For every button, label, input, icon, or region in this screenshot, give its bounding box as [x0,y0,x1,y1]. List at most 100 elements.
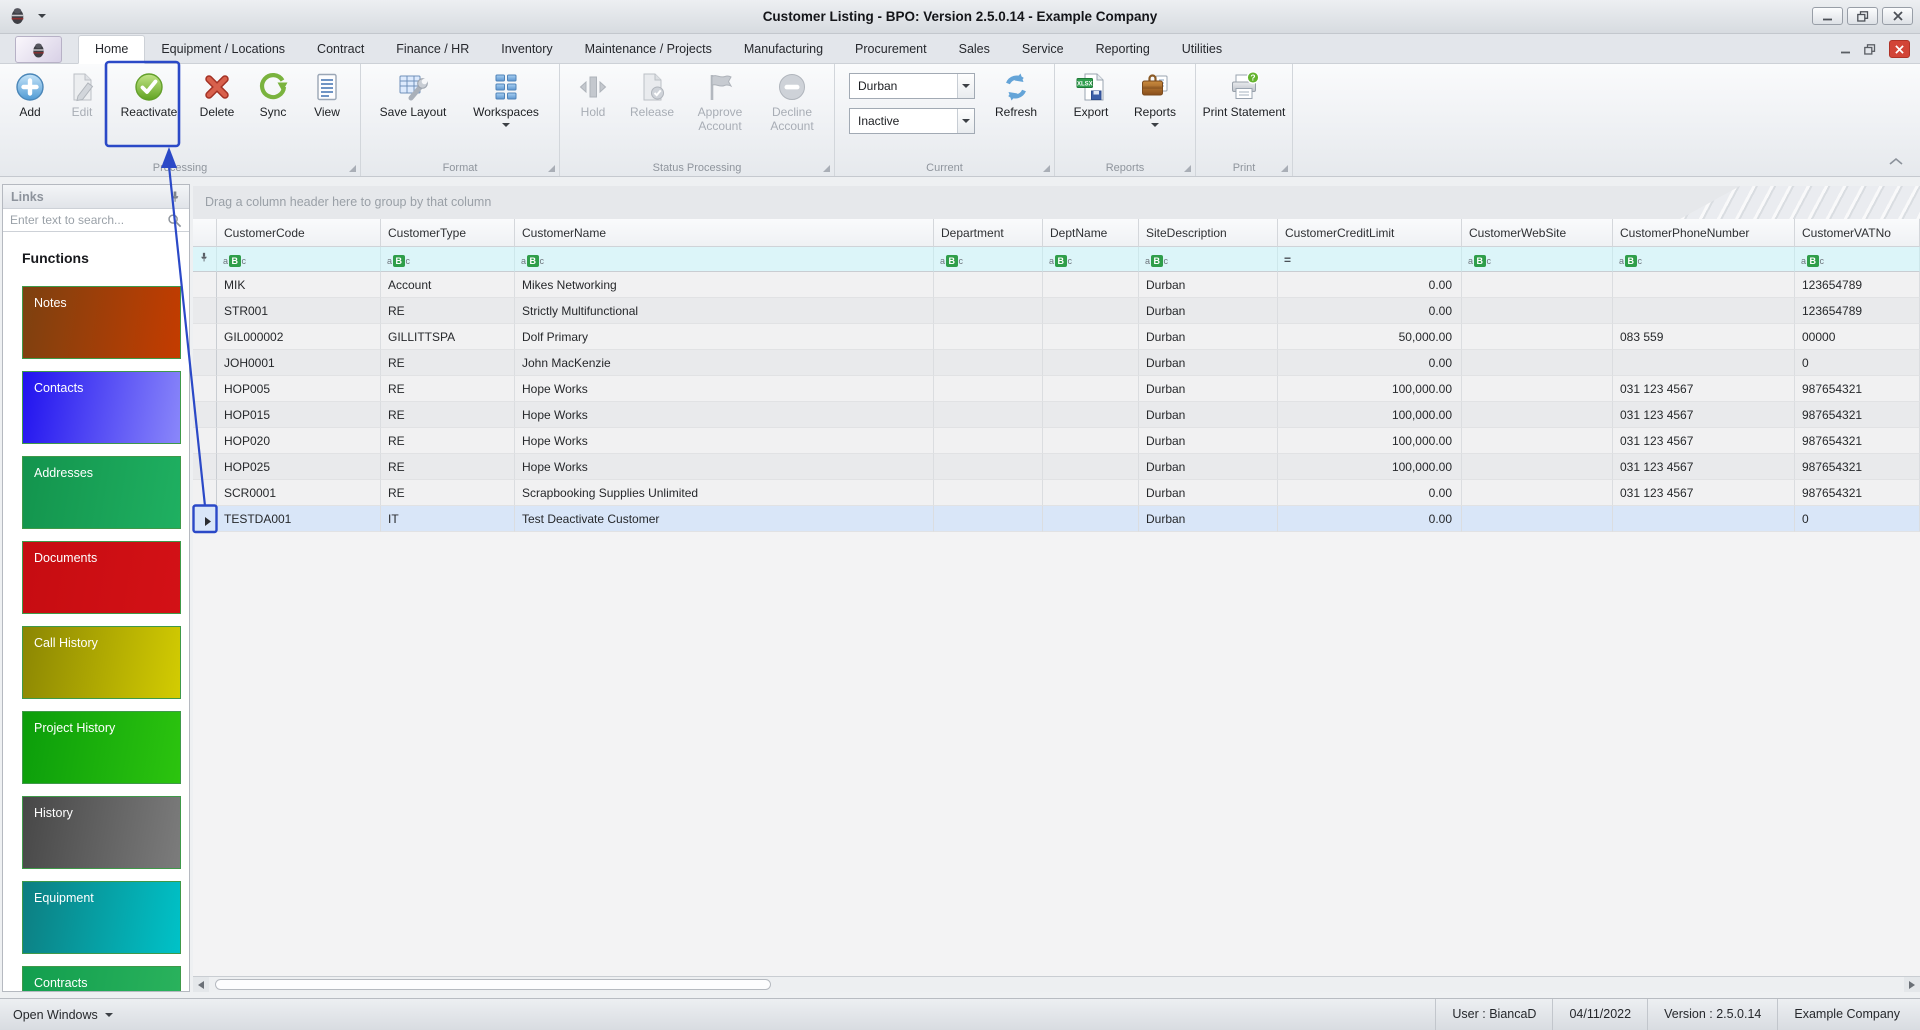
column-header-deptname[interactable]: DeptName [1043,219,1139,247]
search-icon[interactable] [167,213,182,228]
cell-customertype[interactable]: IT [381,506,515,532]
table-row[interactable]: TESTDA001 IT Test Deactivate Customer Durba… [193,506,1920,532]
cell-customerwebsite[interactable] [1462,428,1613,454]
group-dialog-launcher-icon[interactable] [548,165,555,172]
group-dialog-launcher-icon[interactable] [1281,165,1288,172]
cell-deptname[interactable] [1043,506,1139,532]
sidebar-item-project-history[interactable]: Project History [22,711,181,784]
tab-inventory[interactable]: Inventory [485,34,568,64]
row-indicator[interactable] [193,376,217,402]
cell-customertype[interactable]: RE [381,428,515,454]
table-row[interactable]: HOP025 RE Hope Works Durban 100,000.00 031 12… [193,454,1920,480]
close-button[interactable] [1882,7,1913,25]
cell-customercode[interactable]: MIK [217,272,381,298]
site-select[interactable]: Durban [849,73,975,99]
cell-customercode[interactable]: HOP025 [217,454,381,480]
cell-customerwebsite[interactable] [1462,298,1613,324]
cell-customercreditlimit[interactable]: 100,000.00 [1278,376,1462,402]
cell-customertype[interactable]: RE [381,480,515,506]
tab-equipment-locations[interactable]: Equipment / Locations [145,34,301,64]
cell-deptname[interactable] [1043,324,1139,350]
cell-deptname[interactable] [1043,350,1139,376]
cell-deptname[interactable] [1043,298,1139,324]
cell-customercreditlimit[interactable]: 100,000.00 [1278,454,1462,480]
ribbon-button-view[interactable]: View [300,67,354,120]
cell-customercode[interactable]: HOP015 [217,402,381,428]
table-row[interactable]: HOP015 RE Hope Works Durban 100,000.00 031 12… [193,402,1920,428]
cell-deptname[interactable] [1043,454,1139,480]
cell-customername[interactable]: Hope Works [515,428,934,454]
column-header-customerwebsite[interactable]: CustomerWebSite [1462,219,1613,247]
select-caret-icon[interactable] [957,109,974,133]
sidebar-item-documents[interactable]: Documents [22,541,181,614]
cell-customerphonenumber[interactable] [1613,506,1795,532]
search-input[interactable] [10,213,167,227]
ribbon-button-add[interactable]: Add [6,67,54,120]
cell-customertype[interactable]: RE [381,350,515,376]
row-indicator[interactable] [193,480,217,506]
cell-customercode[interactable]: STR001 [217,298,381,324]
cell-customerphonenumber[interactable]: 031 123 4567 [1613,428,1795,454]
ribbon-button-print-statement[interactable]: ? Print Statement [1202,67,1286,120]
ribbon-button-refresh[interactable]: Refresh [984,67,1048,120]
column-header-customertype[interactable]: CustomerType [381,219,515,247]
filter-row-pin-icon[interactable] [193,247,217,272]
cell-customercode[interactable]: GIL000002 [217,324,381,350]
column-header-department[interactable]: Department [934,219,1043,247]
document-restore-button[interactable] [1864,43,1876,55]
cell-sitedescription[interactable]: Durban [1139,298,1278,324]
cell-department[interactable] [934,506,1043,532]
cell-department[interactable] [934,376,1043,402]
cell-customerwebsite[interactable] [1462,376,1613,402]
cell-department[interactable] [934,350,1043,376]
table-row[interactable]: MIK Account Mikes Networking Durban 0.00 1236… [193,272,1920,298]
cell-customerphonenumber[interactable]: 083 559 [1613,324,1795,350]
cell-customerphonenumber[interactable]: 031 123 4567 [1613,480,1795,506]
column-header-customercreditlimit[interactable]: CustomerCreditLimit [1278,219,1462,247]
cell-department[interactable] [934,298,1043,324]
cell-customerphonenumber[interactable] [1613,272,1795,298]
filter-cell-deptname[interactable]: aBc [1043,247,1139,272]
cell-customercode[interactable]: SCR0001 [217,480,381,506]
cell-customercode[interactable]: HOP005 [217,376,381,402]
row-indicator[interactable] [193,350,217,376]
group-dialog-launcher-icon[interactable] [349,165,356,172]
cell-customername[interactable]: Hope Works [515,402,934,428]
cell-customerwebsite[interactable] [1462,324,1613,350]
filter-cell-customername[interactable]: aBc [515,247,934,272]
document-minimize-button[interactable] [1840,45,1851,54]
cell-customerwebsite[interactable] [1462,402,1613,428]
ribbon-button-save-layout[interactable]: Save Layout [367,67,459,120]
cell-sitedescription[interactable]: Durban [1139,272,1278,298]
ribbon-button-export[interactable]: XLSX Export [1061,67,1121,120]
restore-button[interactable] [1847,7,1878,25]
table-row[interactable]: GIL000002 GILLITTSPA Dolf Primary Durban 50,… [193,324,1920,350]
cell-deptname[interactable] [1043,402,1139,428]
tab-finance-hr[interactable]: Finance / HR [380,34,485,64]
status-select[interactable]: Inactive [849,108,975,134]
tab-service[interactable]: Service [1006,34,1080,64]
cell-customername[interactable]: Hope Works [515,454,934,480]
cell-department[interactable] [934,402,1043,428]
cell-customername[interactable]: Hope Works [515,376,934,402]
cell-deptname[interactable] [1043,376,1139,402]
row-indicator[interactable] [193,506,217,532]
sidebar-item-contacts[interactable]: Contacts [22,371,181,444]
cell-customercode[interactable]: TESTDA001 [217,506,381,532]
cell-customername[interactable]: Mikes Networking [515,272,934,298]
row-indicator[interactable] [193,454,217,480]
row-indicator[interactable] [193,298,217,324]
ribbon-collapse-icon[interactable] [1888,155,1904,1024]
cell-department[interactable] [934,428,1043,454]
minimize-button[interactable] [1812,7,1843,25]
tab-procurement[interactable]: Procurement [839,34,943,64]
cell-customerwebsite[interactable] [1462,506,1613,532]
filter-cell-department[interactable]: aBc [934,247,1043,272]
ribbon-button-reactivate[interactable]: Reactivate [110,67,188,120]
sidebar-item-equipment[interactable]: Equipment [22,881,181,954]
cell-sitedescription[interactable]: Durban [1139,506,1278,532]
tab-maintenance-projects[interactable]: Maintenance / Projects [569,34,728,64]
cell-customertype[interactable]: RE [381,298,515,324]
tab-sales[interactable]: Sales [943,34,1006,64]
sidebar-item-history[interactable]: History [22,796,181,869]
